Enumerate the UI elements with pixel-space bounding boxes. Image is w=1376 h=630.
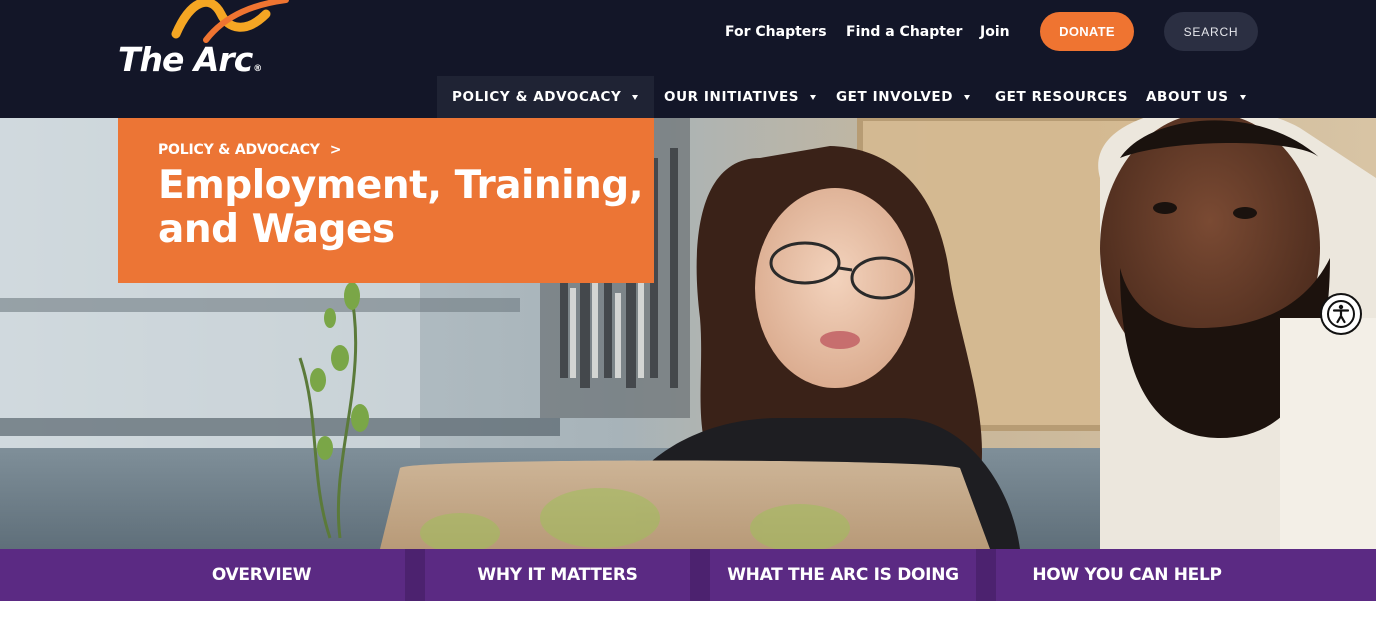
section-tabs: OVERVIEW WHY IT MATTERS WHAT THE ARC IS … (0, 549, 1376, 601)
page-title: Employment, Training, and Wages (158, 164, 648, 252)
tab-how-you-can-help[interactable]: HOW YOU CAN HELP (996, 549, 1258, 601)
tab-overview[interactable]: OVERVIEW (118, 549, 405, 601)
breadcrumb-separator: > (329, 142, 342, 158)
nav-label: GET INVOLVED (836, 89, 954, 105)
accessibility-icon (1327, 300, 1355, 328)
caret-down-icon (632, 94, 639, 100)
nav-label: OUR INITIATIVES (664, 89, 800, 105)
join-link[interactable]: Join (980, 22, 1010, 42)
tab-divider (405, 549, 425, 601)
nav-label: ABOUT US (1146, 89, 1229, 105)
for-chapters-link[interactable]: For Chapters (725, 22, 827, 42)
tab-what-the-arc-is-doing[interactable]: WHAT THE ARC IS DOING (710, 549, 976, 601)
the-arc-logo[interactable]: The Arc® (116, 0, 306, 80)
nav-get-involved[interactable]: GET INVOLVED (836, 76, 971, 118)
nav-label: POLICY & ADVOCACY (452, 89, 622, 105)
breadcrumb-link-policy-advocacy[interactable]: POLICY & ADVOCACY (158, 142, 320, 158)
page-title-line-2: and Wages (158, 207, 395, 252)
nav-label: GET RESOURCES (995, 89, 1129, 105)
caret-down-icon (810, 94, 817, 100)
logo-wordmark: The Arc® (118, 40, 262, 79)
nav-about-us[interactable]: ABOUT US (1146, 76, 1246, 118)
tab-divider (690, 549, 710, 601)
nav-policy-advocacy[interactable]: POLICY & ADVOCACY (437, 76, 655, 118)
page-title-line-1: Employment, Training, (158, 163, 644, 208)
nav-our-initiatives[interactable]: OUR INITIATIVES (664, 76, 817, 118)
tab-divider (976, 549, 996, 601)
hero-title-box: POLICY & ADVOCACY > Employment, Training,… (118, 118, 654, 283)
tab-why-it-matters[interactable]: WHY IT MATTERS (425, 549, 690, 601)
nav-get-resources[interactable]: GET RESOURCES (995, 76, 1128, 118)
accessibility-button[interactable] (1320, 293, 1362, 335)
search-button[interactable]: SEARCH (1164, 12, 1258, 51)
breadcrumb: POLICY & ADVOCACY > (158, 142, 341, 158)
donate-button[interactable]: DONATE (1040, 12, 1134, 51)
find-a-chapter-link[interactable]: Find a Chapter (846, 22, 962, 42)
caret-down-icon (964, 94, 971, 100)
caret-down-icon (1239, 94, 1246, 100)
site-header: The Arc® For Chapters Find a Chapter Joi… (0, 0, 1376, 118)
